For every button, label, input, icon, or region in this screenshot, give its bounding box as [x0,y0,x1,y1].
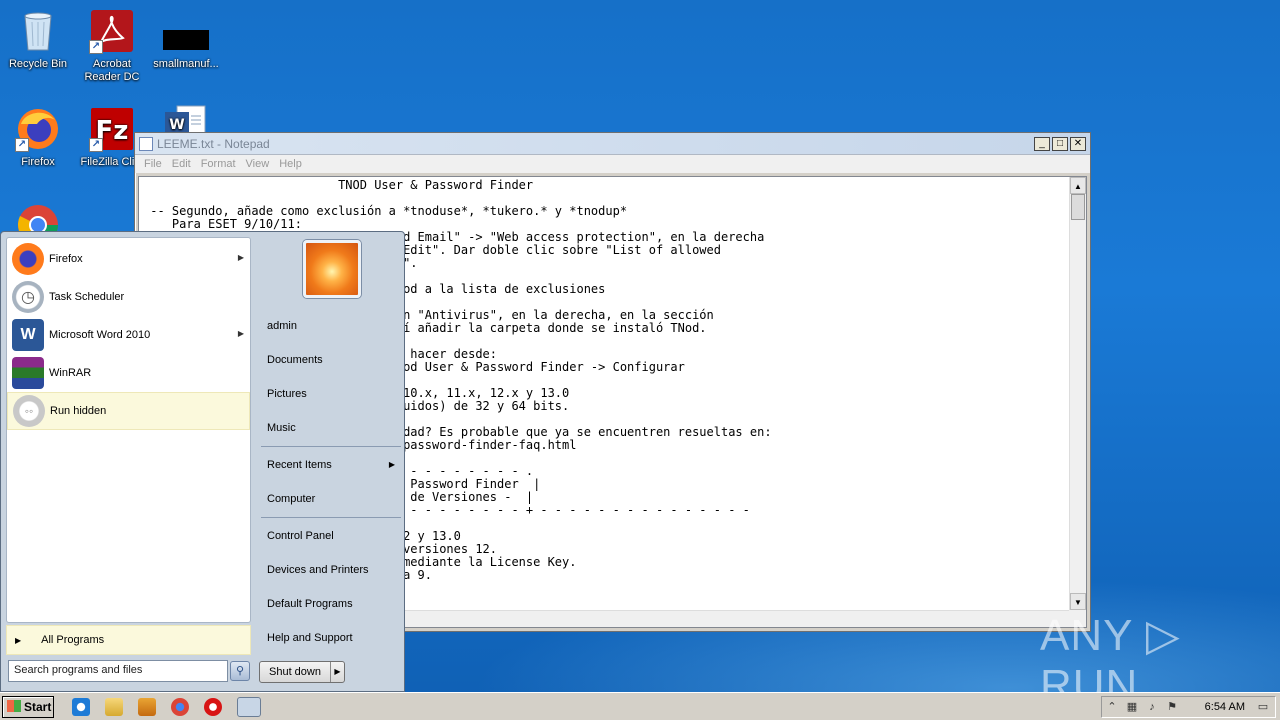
program-winrar[interactable]: WinRAR [7,354,250,392]
computer-link[interactable]: Computer [261,486,401,512]
scroll-up-arrow-icon[interactable]: ▲ [1070,177,1086,194]
chrome-icon[interactable] [171,698,189,716]
acrobat-icon: ↗ [89,8,135,54]
maximize-button[interactable]: □ [1052,136,1068,151]
winrar-icon [12,357,44,389]
help-support-link[interactable]: Help and Support [261,625,401,651]
desktop-icon-smallmanuf[interactable]: smallmanuf... [148,8,224,71]
opera-icon[interactable] [204,698,222,716]
explorer-folder-icon[interactable] [105,698,123,716]
firefox-icon: ↗ [15,106,61,152]
close-button[interactable]: ✕ [1070,136,1086,151]
desktop-icon-firefox[interactable]: ↗ Firefox [0,106,76,169]
shortcut-arrow-icon: ↗ [89,40,103,54]
scroll-thumb[interactable] [1071,194,1085,220]
start-label: Start [24,700,52,714]
recycle-bin-icon [15,8,61,54]
notepad-titlebar[interactable]: LEEME.txt - Notepad _ □ ✕ [135,133,1090,155]
desktop-icon-label: smallmanuf... [153,58,219,70]
system-tray: ⌃ ▦ ♪ ⚑ 6:54 AM ▭ [1101,696,1276,718]
filezilla-icon: Fz ↗ [89,106,135,152]
notepad-title: LEEME.txt - Notepad [157,136,270,151]
volume-icon[interactable]: ♪ [1144,700,1160,715]
shortcut-arrow-icon: ↗ [89,138,103,152]
run-hidden-icon: ◦◦ [13,395,45,427]
shortcut-arrow-icon: ↗ [15,138,29,152]
network-icon[interactable]: ▦ [1124,700,1140,715]
submenu-arrow-icon: ▶ [237,329,244,338]
clock-icon: ◷ [12,281,44,313]
notepad-line: TNOD User & Password Finder [143,179,534,192]
program-firefox[interactable]: Firefox ▶ [7,240,250,278]
default-programs-link[interactable]: Default Programs [261,591,401,617]
all-programs-label: All Programs [41,634,105,646]
submenu-arrow-icon: ▶ [237,253,244,262]
notepad-taskbar-button[interactable] [237,697,261,717]
program-run-hidden[interactable]: ◦◦ Run hidden [7,392,250,430]
pictures-link[interactable]: Pictures [261,381,401,407]
window-controls: _ □ ✕ [1034,136,1086,151]
firefox-icon [12,243,44,275]
notepad-icon [139,136,153,151]
program-microsoft-word[interactable]: W Microsoft Word 2010 ▶ [7,316,250,354]
menu-edit[interactable]: Edit [167,158,196,170]
scroll-down-arrow-icon[interactable]: ▼ [1070,593,1086,610]
redacted-file-icon [163,8,209,54]
program-label: Firefox [49,253,83,265]
program-label: Microsoft Word 2010 [49,329,151,341]
divider [261,446,401,447]
start-menu-programs-pane: Firefox ▶ ◷ Task Scheduler W Microsoft W… [6,237,251,623]
divider [261,517,401,518]
start-menu-places-pane: admin Documents Pictures Music Recent It… [257,232,404,691]
desktop-icon-recycle-bin[interactable]: Recycle Bin [0,8,76,71]
menu-file[interactable]: File [139,158,167,170]
program-label: Task Scheduler [49,291,125,303]
desktop-icon-label: Acrobat Reader DC [84,58,140,83]
user-folder-link[interactable]: admin [261,313,401,339]
all-programs-arrow-icon: ▶ [15,635,22,645]
shutdown-button[interactable]: Shut down ▶ [259,661,345,683]
desktop-icon-label: Firefox [21,156,55,168]
submenu-arrow-icon: ▶ [388,460,395,469]
program-label: WinRAR [49,367,92,379]
control-panel-link[interactable]: Control Panel [261,523,401,549]
start-button[interactable]: Start [2,696,54,718]
devices-printers-link[interactable]: Devices and Printers [261,557,401,583]
vertical-scrollbar[interactable]: ▲ ▼ [1069,177,1086,610]
start-menu: Firefox ▶ ◷ Task Scheduler W Microsoft W… [0,231,405,692]
program-label: Run hidden [50,405,107,417]
svg-text:W: W [169,117,184,133]
menu-help[interactable]: Help [274,158,307,170]
music-link[interactable]: Music [261,415,401,441]
windows-flag-icon [7,700,21,712]
shutdown-options-arrow-icon[interactable]: ▶ [330,662,344,682]
notepad-menubar: File Edit Format View Help [135,155,1090,173]
program-task-scheduler[interactable]: ◷ Task Scheduler [7,278,250,316]
desktop-icon-acrobat[interactable]: ↗ Acrobat Reader DC [74,8,150,84]
documents-link[interactable]: Documents [261,347,401,373]
all-programs-button[interactable]: ▶ All Programs [6,625,251,655]
recent-items-label: Recent Items [267,459,332,471]
shutdown-label: Shut down [269,666,321,678]
search-icon[interactable]: ⚲ [230,661,250,681]
taskbar: Start ⌃ ▦ ♪ ⚑ 6:54 AM ▭ [0,692,1280,720]
minimize-button[interactable]: _ [1034,136,1050,151]
desktop-icon-label: Recycle Bin [8,58,68,70]
clock[interactable]: 6:54 AM [1205,701,1245,713]
media-player-icon[interactable] [138,698,156,716]
recent-items-link[interactable]: Recent Items ▶ [261,452,401,478]
show-desktop-icon[interactable]: ▭ [1255,700,1271,715]
flag-icon[interactable]: ⚑ [1164,700,1180,715]
word-icon: W [12,319,44,351]
show-hidden-icons-icon[interactable]: ⌃ [1104,700,1120,715]
menu-view[interactable]: View [241,158,275,170]
start-search-input[interactable]: Search programs and files [8,660,228,682]
user-avatar[interactable] [303,240,361,298]
internet-explorer-icon[interactable] [72,698,90,716]
menu-format[interactable]: Format [196,158,241,170]
